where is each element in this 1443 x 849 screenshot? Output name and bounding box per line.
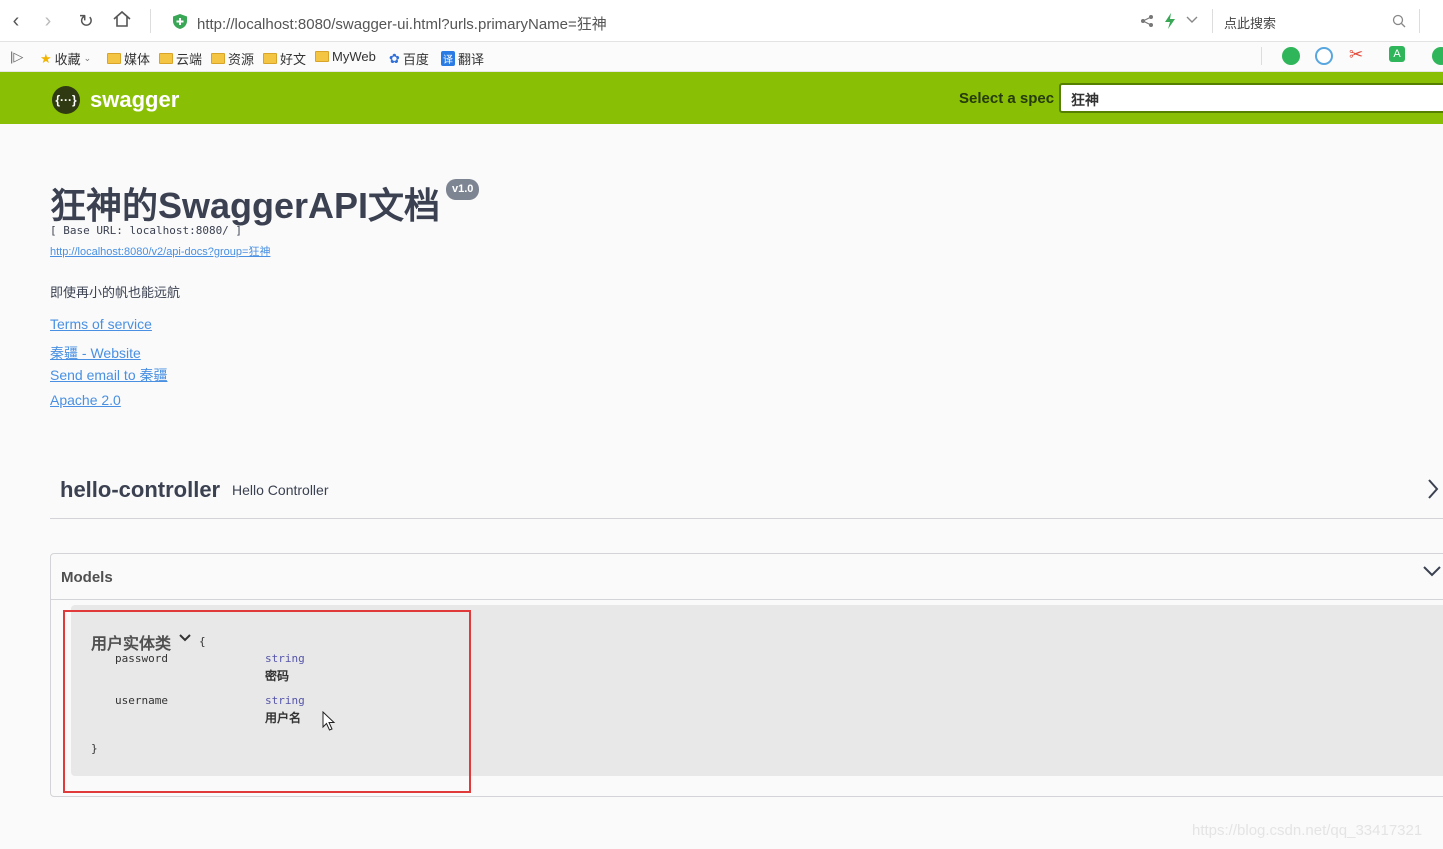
chevron-down-icon: ⌄ [83,53,92,63]
tag-hello-controller[interactable]: hello-controller Hello Controller [50,467,1443,519]
page-title: 狂神的SwaggerAPI文档 [50,185,441,226]
chevron-right-icon[interactable] [1427,478,1439,500]
models-title: Models [61,569,113,586]
api-description: 即使再小的帆也能远航 [50,285,181,300]
minus-circle-icon[interactable] [1315,47,1333,65]
base-url: [ Base URL: localhost:8080/ ] [50,224,243,237]
chevron-down-icon[interactable] [1423,565,1441,577]
divider [150,9,151,33]
sidebar-toggle-icon[interactable]: |▷ [10,49,23,65]
translate-icon: 译 [441,51,455,66]
folder-icon [107,53,121,64]
url-text: http://localhost:8080/swagger-ui.html?ur… [197,16,607,33]
bookmark-folder[interactable]: 云端 [159,49,202,68]
home-icon[interactable] [110,9,134,33]
secure-shield-icon [173,14,187,29]
mouse-cursor-icon [322,711,336,731]
models-header[interactable]: Models [51,554,1443,600]
bookmark-folder[interactable]: MyWeb [315,49,376,64]
highlight-box [63,610,471,793]
browser-navbar: ‹ › ↻ http://localhost:8080/swagger-ui.h… [0,0,1443,42]
address-bar[interactable]: http://localhost:8080/swagger-ui.html?ur… [162,6,1202,36]
bookmark-favorites[interactable]: ★ 收藏 ⌄ [40,49,91,68]
spec-select-value: 狂神 [1071,92,1099,108]
tag-description: Hello Controller [232,482,329,498]
divider [1261,47,1262,65]
spec-select[interactable]: 狂神 [1059,83,1443,113]
api-docs-link[interactable]: http://localhost:8080/v2/api-docs?group=… [50,243,270,259]
bookmark-translate[interactable]: 译翻译 [441,49,484,68]
folder-icon [263,53,277,64]
bookmarks-bar: |▷ ★ 收藏 ⌄ 媒体 云端 资源 好文 MyWeb ✿ 百度 译翻译 [0,42,1443,72]
divider [1212,9,1213,33]
extension-green-icon[interactable] [1282,47,1300,65]
forward-icon[interactable]: › [36,9,60,33]
bookmark-folder[interactable]: 好文 [263,49,306,68]
contact-email-link[interactable]: Send email to 秦疆 [50,365,168,385]
tag-name: hello-controller [60,477,221,502]
version-badge: v1.0 [446,179,480,200]
swagger-logo-icon[interactable]: {···} [52,86,80,114]
website-link[interactable]: 秦疆 - Website [50,343,141,363]
reload-icon[interactable]: ↻ [74,9,98,33]
translate-ext-icon[interactable]: A [1389,46,1405,62]
terms-of-service-link[interactable]: Terms of service [50,316,152,332]
license-link[interactable]: Apache 2.0 [50,392,121,408]
search-input[interactable]: 点此搜索 [1224,13,1276,32]
back-icon[interactable]: ‹ [4,9,28,33]
bookmark-folder[interactable]: 资源 [211,49,254,68]
folder-icon [211,53,225,64]
lightning-icon[interactable] [1164,13,1176,29]
watermark: https://blog.csdn.net/qq_33417321 [1192,822,1423,839]
folder-icon [315,51,329,62]
browser-chrome: ‹ › ↻ http://localhost:8080/swagger-ui.h… [0,0,1443,72]
bookmark-folder[interactable]: 媒体 [107,49,150,68]
paw-icon: ✿ [389,50,400,66]
select-spec-label: Select a spec [959,90,1055,107]
search-icon[interactable] [1392,14,1406,28]
scissors-icon[interactable]: ✂ [1349,45,1363,65]
folder-icon [159,53,173,64]
chevron-down-icon[interactable] [1186,16,1198,24]
star-icon: ★ [40,50,52,66]
swagger-logo-text[interactable]: swagger [90,87,179,113]
extension-yen-icon[interactable] [1432,47,1443,65]
share-icon[interactable] [1140,14,1154,28]
divider [1419,9,1420,33]
bookmark-baidu[interactable]: ✿ 百度 [389,49,429,68]
